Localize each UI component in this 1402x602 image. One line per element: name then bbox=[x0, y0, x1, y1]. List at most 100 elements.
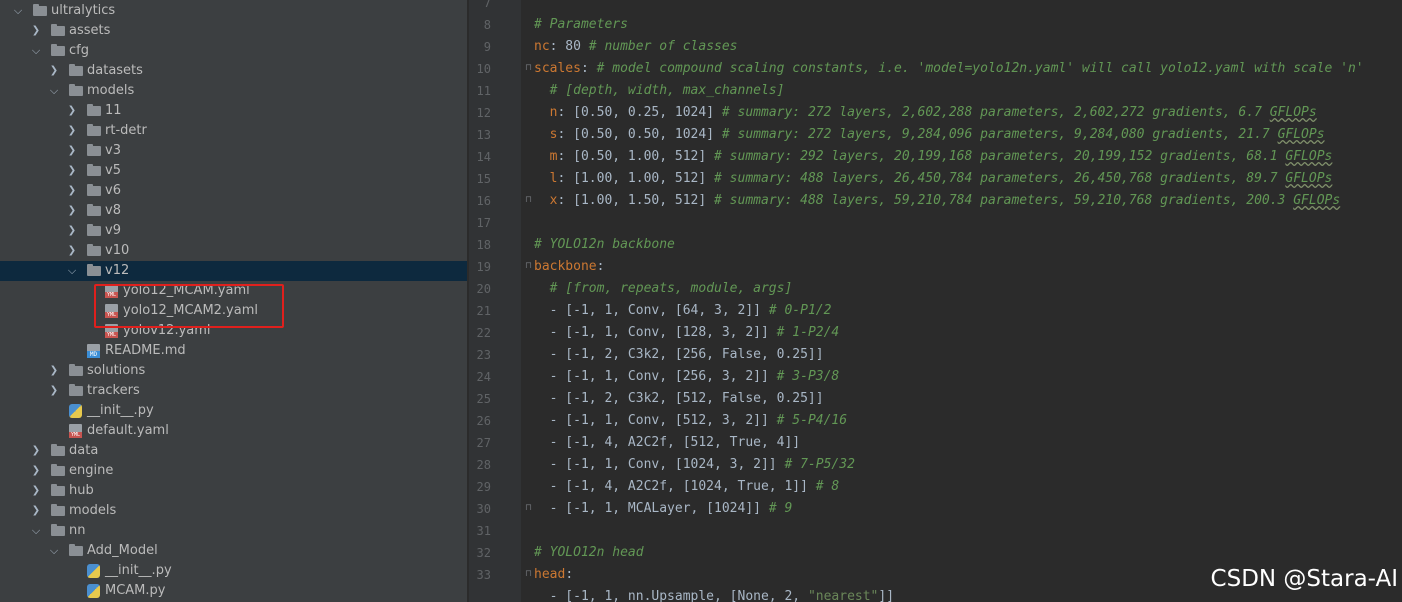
tree-item-default-yaml[interactable]: default.yaml bbox=[0, 421, 467, 441]
chevron-right-icon[interactable]: ❯ bbox=[65, 241, 79, 261]
tree-item-rt-detr[interactable]: ❯ rt-detr bbox=[0, 121, 467, 141]
code-line[interactable]: - [-1, 1, Conv, [64, 3, 2]] # 0-P1/2 bbox=[534, 300, 832, 322]
fold-marker-icon[interactable]: ⊓ bbox=[524, 261, 533, 272]
line-number: 22 bbox=[476, 326, 491, 340]
tree-item-v3[interactable]: ❯ v3 bbox=[0, 141, 467, 161]
chevron-right-icon[interactable]: ❯ bbox=[29, 481, 43, 501]
tree-item-v6[interactable]: ❯ v6 bbox=[0, 181, 467, 201]
tree-item-add-model[interactable]: ⌵ Add_Model bbox=[0, 541, 467, 561]
tree-item-data[interactable]: ❯ data bbox=[0, 441, 467, 461]
chevron-down-icon[interactable]: ⌵ bbox=[65, 261, 79, 281]
code-line[interactable]: # Parameters bbox=[534, 14, 628, 36]
code-line[interactable]: - [-1, 1, Conv, [512, 3, 2]] # 5-P4/16 bbox=[534, 410, 847, 432]
tree-item-v12[interactable]: ⌵ v12 bbox=[0, 261, 467, 281]
tree-item-label: nn bbox=[69, 523, 86, 538]
line-number: 31 bbox=[476, 524, 491, 538]
fold-marker-icon[interactable]: ⊓ bbox=[524, 195, 533, 206]
chevron-right-icon[interactable]: ❯ bbox=[65, 141, 79, 161]
folder-icon bbox=[51, 524, 65, 536]
tree-item-nn[interactable]: ⌵ nn bbox=[0, 521, 467, 541]
line-number: 7 bbox=[483, 0, 491, 10]
chevron-right-icon[interactable]: ❯ bbox=[65, 221, 79, 241]
tree-item-models[interactable]: ❯ models bbox=[0, 501, 467, 521]
code-line[interactable]: # [from, repeats, module, args] bbox=[534, 278, 793, 300]
folder-icon bbox=[87, 124, 101, 136]
code-line[interactable]: - [-1, 4, A2C2f, [512, True, 4]] bbox=[534, 432, 800, 454]
tree-item-hub[interactable]: ❯ hub bbox=[0, 481, 467, 501]
chevron-right-icon[interactable]: ❯ bbox=[47, 61, 61, 81]
code-line[interactable]: # YOLO12n backbone bbox=[534, 234, 675, 256]
chevron-right-icon[interactable]: ❯ bbox=[29, 501, 43, 521]
fold-marker-icon[interactable]: ⊓ bbox=[524, 569, 533, 580]
code-line[interactable]: scales: # model compound scaling constan… bbox=[534, 58, 1364, 80]
code-token: head bbox=[534, 567, 566, 582]
fold-marker-icon[interactable]: ⊓ bbox=[524, 503, 533, 514]
chevron-right-icon[interactable]: ❯ bbox=[65, 161, 79, 181]
chevron-down-icon[interactable]: ⌵ bbox=[11, 1, 25, 21]
code-line[interactable]: - [-1, 4, A2C2f, [1024, True, 1]] # 8 bbox=[534, 476, 840, 498]
chevron-right-icon[interactable]: ❯ bbox=[47, 381, 61, 401]
chevron-right-icon[interactable]: ❯ bbox=[65, 101, 79, 121]
tree-item-assets[interactable]: ❯ assets bbox=[0, 21, 467, 41]
code-line[interactable]: - [-1, 1, Conv, [1024, 3, 2]] # 7-P5/32 bbox=[534, 454, 855, 476]
tree-item-add-model-init-py[interactable]: __init__.py bbox=[0, 561, 467, 581]
code-line[interactable]: nc: 80 # number of classes bbox=[534, 36, 738, 58]
code-line[interactable]: - [-1, 1, Conv, [256, 3, 2]] # 3-P3/8 bbox=[534, 366, 840, 388]
folder-icon bbox=[51, 44, 65, 56]
tree-item-cfg[interactable]: ⌵ cfg bbox=[0, 41, 467, 61]
code-line[interactable]: x: [1.00, 1.50, 512] # summary: 488 laye… bbox=[534, 190, 1341, 212]
chevron-right-icon[interactable]: ❯ bbox=[65, 181, 79, 201]
tree-item-label: v8 bbox=[105, 203, 121, 218]
code-line[interactable]: - [-1, 2, C3k2, [512, False, 0.25]] bbox=[534, 388, 824, 410]
code-line[interactable]: # YOLO12n head bbox=[534, 542, 644, 564]
tree-item-11[interactable]: ❯ 11 bbox=[0, 101, 467, 121]
code-line[interactable]: n: [0.50, 0.25, 1024] # summary: 272 lay… bbox=[534, 102, 1317, 124]
code-token: - [-1, 2, C3k2, [512, False, 0.25]] bbox=[534, 391, 824, 406]
code-token: - [-1, 4, A2C2f, [1024, True, 1]] bbox=[534, 479, 816, 494]
tree-item-ultralytics[interactable]: ⌵ ultralytics bbox=[0, 1, 467, 21]
chevron-down-icon[interactable]: ⌵ bbox=[29, 41, 43, 61]
code-line[interactable]: backbone: bbox=[534, 256, 604, 278]
chevron-down-icon[interactable]: ⌵ bbox=[29, 521, 43, 541]
tree-item-v5[interactable]: ❯ v5 bbox=[0, 161, 467, 181]
tree-item-datasets[interactable]: ❯ datasets bbox=[0, 61, 467, 81]
code-token: GFLOPs bbox=[1277, 127, 1325, 142]
code-token: # 5-P4/16 bbox=[776, 413, 848, 428]
chevron-right-icon[interactable]: ❯ bbox=[29, 21, 43, 41]
folder-icon bbox=[87, 184, 101, 196]
tree-item-v10[interactable]: ❯ v10 bbox=[0, 241, 467, 261]
tree-item-trackers[interactable]: ❯ trackers bbox=[0, 381, 467, 401]
line-number: 32 bbox=[476, 546, 491, 560]
tree-item-v9[interactable]: ❯ v9 bbox=[0, 221, 467, 241]
tree-item-engine[interactable]: ❯ engine bbox=[0, 461, 467, 481]
code-line[interactable]: head: bbox=[534, 564, 573, 586]
code-line[interactable]: # [depth, width, max_channels] bbox=[534, 80, 785, 102]
tree-item-solutions[interactable]: ❯ solutions bbox=[0, 361, 467, 381]
code-line[interactable]: l: [1.00, 1.00, 512] # summary: 488 laye… bbox=[534, 168, 1333, 190]
chevron-right-icon[interactable]: ❯ bbox=[29, 461, 43, 481]
chevron-right-icon[interactable]: ❯ bbox=[47, 361, 61, 381]
code-line[interactable]: - [-1, 1, nn.Upsample, [None, 2, "neares… bbox=[534, 586, 894, 602]
code-line[interactable]: s: [0.50, 0.50, 1024] # summary: 272 lay… bbox=[534, 124, 1325, 146]
code-line[interactable]: m: [0.50, 1.00, 512] # summary: 292 laye… bbox=[534, 146, 1333, 168]
code-token: # number of classes bbox=[588, 39, 738, 54]
code-editor[interactable]: 7 8 9 10 11 12 13 14 15 16 17 18 19 20 21 22 23 24 25 26 27 2… bbox=[469, 0, 1402, 602]
chevron-right-icon[interactable]: ❯ bbox=[65, 201, 79, 221]
tree-item-cfg-models[interactable]: ⌵ models bbox=[0, 81, 467, 101]
tree-item-readme[interactable]: README.md bbox=[0, 341, 467, 361]
code-line[interactable]: - [-1, 1, MCALayer, [1024]] # 9 bbox=[534, 498, 793, 520]
chevron-down-icon[interactable]: ⌵ bbox=[47, 81, 61, 101]
chevron-down-icon[interactable]: ⌵ bbox=[47, 541, 61, 561]
code-line[interactable]: - [-1, 2, C3k2, [256, False, 0.25]] bbox=[534, 344, 824, 366]
chevron-right-icon[interactable]: ❯ bbox=[29, 441, 43, 461]
code-line[interactable]: - [-1, 1, Conv, [128, 3, 2]] # 1-P2/4 bbox=[534, 322, 840, 344]
folder-icon bbox=[87, 164, 101, 176]
tree-item-mcam-py[interactable]: MCAM.py bbox=[0, 581, 467, 601]
tree-item-cfg-init-py[interactable]: __init__.py bbox=[0, 401, 467, 421]
chevron-right-icon[interactable]: ❯ bbox=[65, 121, 79, 141]
fold-marker-icon[interactable]: ⊓ bbox=[524, 63, 533, 74]
code-token: - [-1, 2, C3k2, [256, False, 0.25]] bbox=[534, 347, 824, 362]
tree-item-v8[interactable]: ❯ v8 bbox=[0, 201, 467, 221]
